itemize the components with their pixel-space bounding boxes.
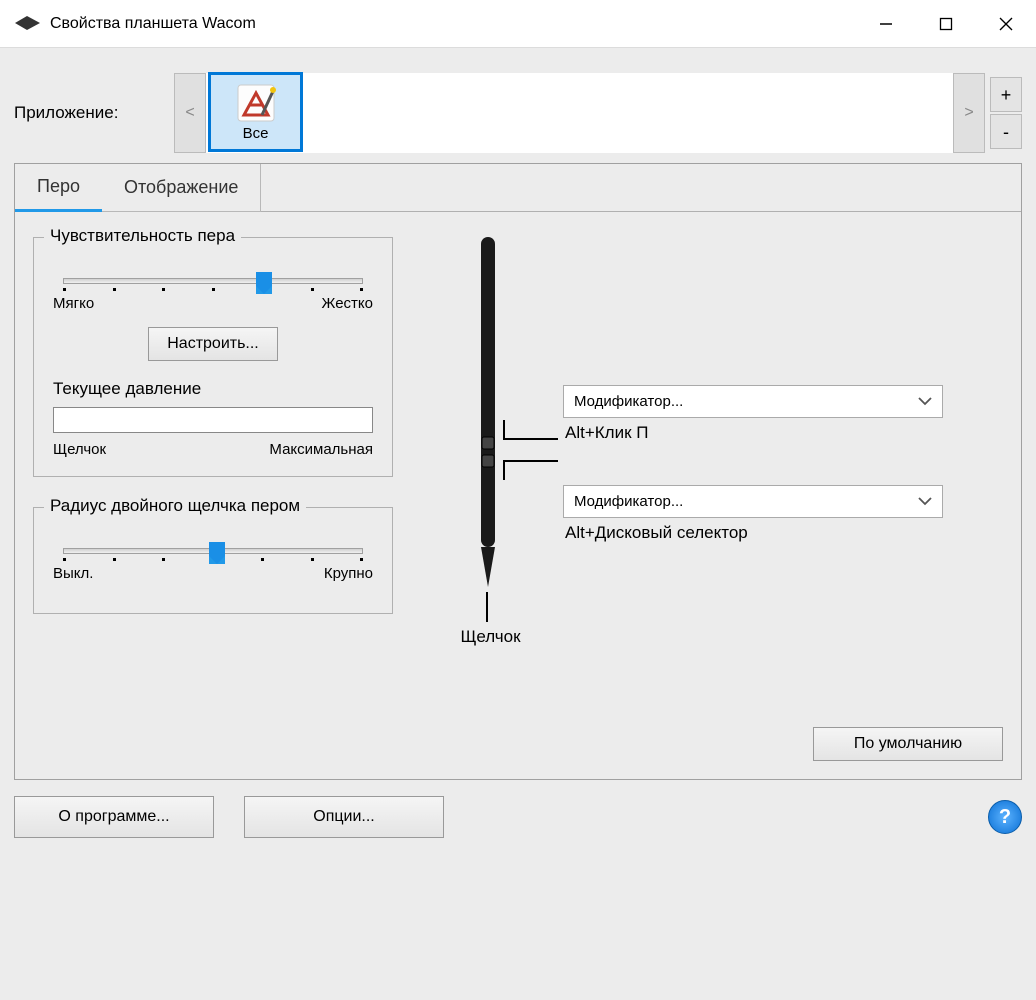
pen-diagram xyxy=(473,237,503,587)
maximize-button[interactable] xyxy=(916,0,976,47)
app-next-button[interactable]: > xyxy=(953,73,985,153)
tab-mapping[interactable]: Отображение xyxy=(102,164,261,212)
chevron-down-icon xyxy=(918,493,932,510)
app-remove-button[interactable]: - xyxy=(990,114,1022,149)
slider-thumb-icon[interactable] xyxy=(256,272,272,294)
pressure-click-label: Щелчок xyxy=(53,441,106,458)
lower-button-subtitle: Alt+Дисковый селектор xyxy=(563,523,943,543)
app-icon xyxy=(15,16,40,31)
tip-feel-soft-label: Мягко xyxy=(53,295,94,312)
dbl-click-large-label: Крупно xyxy=(324,565,373,582)
slider-thumb-icon[interactable] xyxy=(209,542,225,564)
tip-feel-title: Чувствительность пера xyxy=(44,226,241,246)
app-item-all[interactable]: Все xyxy=(208,72,303,152)
minimize-button[interactable] xyxy=(856,0,916,47)
app-prev-button[interactable]: < xyxy=(174,73,206,153)
about-button[interactable]: О программе... xyxy=(14,796,214,838)
upper-button-subtitle: Alt+Клик П xyxy=(563,423,943,443)
tab-pen[interactable]: Перо xyxy=(15,164,102,212)
pen-tip-label: Щелчок xyxy=(423,627,558,647)
default-button[interactable]: По умолчанию xyxy=(813,727,1003,761)
help-button[interactable]: ? xyxy=(988,800,1022,834)
application-label: Приложение: xyxy=(14,103,174,123)
upper-button-select[interactable]: Модификатор... xyxy=(563,385,943,418)
dbl-click-title: Радиус двойного щелчка пером xyxy=(44,496,306,516)
app-add-button[interactable]: + xyxy=(990,77,1022,112)
lower-button-value: Модификатор... xyxy=(574,493,683,510)
lower-button-select[interactable]: Модификатор... xyxy=(563,485,943,518)
chevron-down-icon xyxy=(918,393,932,410)
current-pressure-bar xyxy=(53,407,373,433)
pressure-max-label: Максимальная xyxy=(269,441,373,458)
upper-button-value: Модификатор... xyxy=(574,393,683,410)
tip-feel-firm-label: Жестко xyxy=(322,295,373,312)
all-apps-icon xyxy=(236,83,276,123)
window-title: Свойства планшета Wacom xyxy=(50,15,256,33)
dbl-click-off-label: Выкл. xyxy=(53,565,93,582)
dbl-click-slider[interactable] xyxy=(63,548,363,554)
close-button[interactable] xyxy=(976,0,1036,47)
tip-feel-slider[interactable] xyxy=(63,278,363,284)
app-item-label: Все xyxy=(243,125,269,142)
options-button[interactable]: Опции... xyxy=(244,796,444,838)
customize-button[interactable]: Настроить... xyxy=(148,327,278,361)
current-pressure-label: Текущее давление xyxy=(53,379,373,399)
application-list: Все xyxy=(206,73,953,153)
